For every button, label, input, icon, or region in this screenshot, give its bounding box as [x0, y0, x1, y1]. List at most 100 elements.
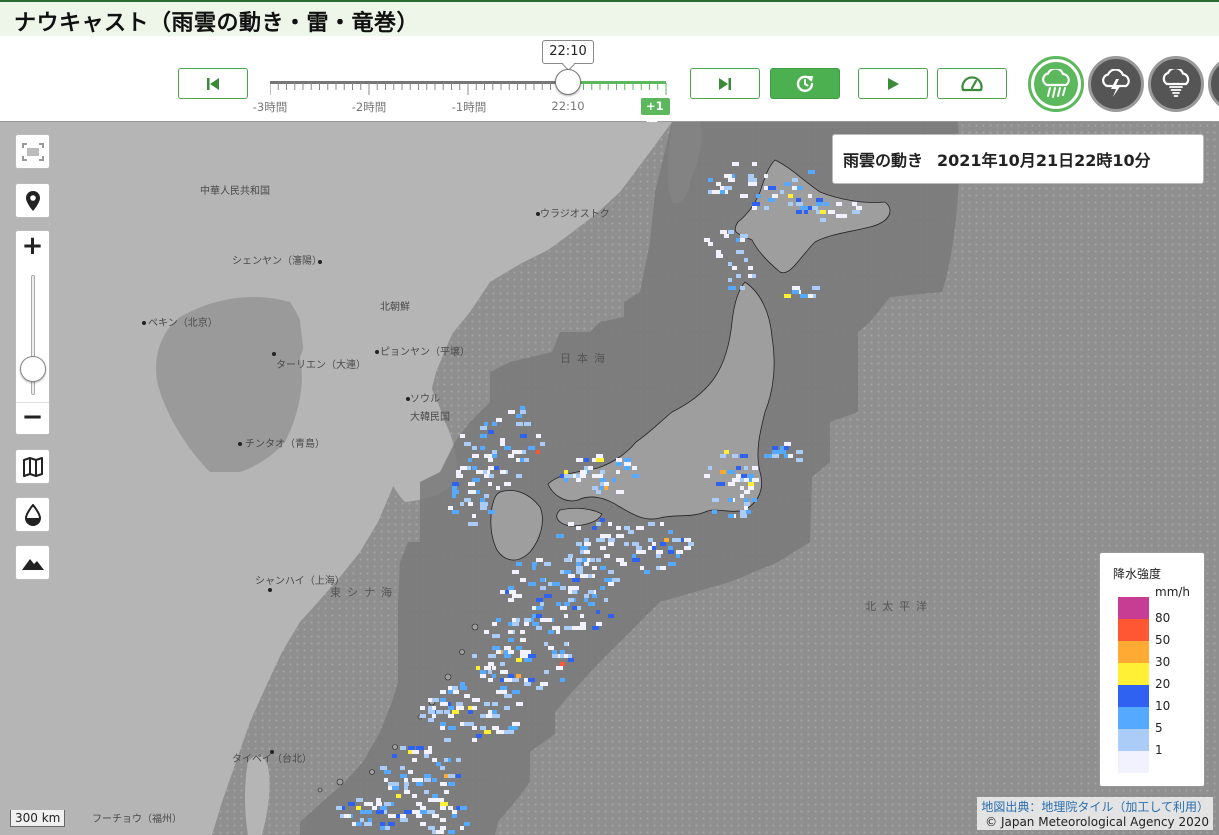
rain-cell	[528, 446, 535, 450]
rain-cell	[504, 678, 512, 682]
scale-text: 300 km	[10, 810, 66, 827]
rain-cell	[492, 714, 500, 718]
fullscreen-button[interactable]	[15, 134, 50, 169]
rain-cell	[584, 598, 588, 602]
terrain-button[interactable]	[15, 545, 50, 580]
attribution-link[interactable]: 地図出典：地理院タイル（加工して利用）	[981, 798, 1209, 815]
current-location-button[interactable]	[15, 183, 50, 218]
zoom-out-button[interactable]: −	[16, 402, 49, 434]
zoom-in-button[interactable]: +	[16, 231, 49, 263]
rain-cell	[852, 210, 860, 214]
rain-cell	[480, 434, 487, 438]
time-slider[interactable]: -3時間 -2時間 -1時間 22:10 +1時間	[253, 69, 670, 147]
rain-cell	[596, 458, 604, 462]
extra-mode-button[interactable]	[1208, 56, 1219, 112]
rain-cell	[616, 526, 621, 530]
rain-cell	[600, 586, 605, 590]
rain-cell	[716, 182, 721, 186]
rain-cell	[444, 738, 451, 742]
rain-cell	[732, 162, 739, 166]
rain-cell	[440, 826, 446, 830]
opacity-button[interactable]	[15, 497, 50, 532]
rain-cell	[744, 506, 748, 510]
rain-cell	[728, 230, 734, 234]
rain-cell	[528, 582, 536, 586]
fullscreen-icon	[21, 142, 44, 161]
rain-cell	[576, 566, 583, 570]
rain-cell	[424, 750, 432, 754]
rain-cell	[552, 654, 558, 658]
legend-swatch	[1118, 751, 1149, 773]
rain-cell	[464, 722, 471, 726]
rain-cell	[668, 550, 674, 554]
rain-cell	[344, 814, 351, 818]
rain-cell	[380, 806, 387, 810]
rain-cell	[728, 278, 732, 282]
rain-cell	[572, 590, 577, 594]
rain-cell	[460, 686, 467, 690]
rain-cell	[708, 178, 713, 182]
play-button[interactable]	[858, 68, 928, 99]
rain-cell	[744, 502, 750, 506]
zoom-slider-knob[interactable]	[20, 356, 46, 382]
rain-cell	[600, 470, 605, 474]
rain-cell	[432, 778, 437, 782]
rain-cell	[820, 210, 826, 214]
rain-cell	[472, 514, 476, 518]
rain-cell	[740, 454, 748, 458]
rain-cell	[380, 826, 385, 830]
rain-cell	[472, 698, 480, 702]
tornado-mode-button[interactable]	[1148, 56, 1204, 112]
rain-cell	[580, 474, 586, 478]
rain-cell	[596, 622, 602, 626]
rain-cell	[404, 786, 408, 790]
rain-cell	[480, 498, 485, 502]
rain-cell	[492, 622, 497, 626]
skip-to-end-button[interactable]	[690, 68, 760, 99]
rain-cell	[400, 746, 406, 750]
rain-cell	[604, 554, 610, 558]
rain-cell	[432, 698, 439, 702]
legend-label: 80	[1155, 611, 1171, 625]
rain-cell	[764, 454, 772, 458]
rain-cell	[500, 470, 506, 474]
rain-cell	[752, 162, 757, 166]
rain-cell	[464, 822, 470, 826]
rain-cell	[536, 626, 542, 630]
rain-cell	[472, 454, 479, 458]
rain-cell	[412, 758, 417, 762]
rain-cell	[432, 706, 436, 710]
rain-cell	[704, 474, 710, 478]
rain-cell	[416, 778, 423, 782]
skip-to-start-button[interactable]	[178, 68, 248, 99]
rain-cell	[740, 494, 744, 498]
rain-cell	[444, 758, 448, 762]
thunder-mode-button[interactable]	[1088, 56, 1144, 112]
map-layer-button[interactable]	[15, 449, 50, 484]
rain-cell	[484, 702, 490, 706]
rain-cell	[652, 542, 656, 546]
rain-cell	[656, 554, 661, 558]
speed-button[interactable]	[937, 68, 1007, 99]
rain-cell	[732, 454, 738, 458]
page-title: ナウキャスト（雨雲の動き・雷・竜巻）	[14, 11, 420, 36]
rain-cell	[492, 454, 497, 458]
rain-cell	[484, 454, 492, 458]
rain-mode-button[interactable]	[1028, 56, 1084, 112]
rain-cell	[468, 710, 473, 714]
rain-cell	[536, 558, 543, 562]
rain-cell	[604, 578, 612, 582]
rain-cell	[432, 814, 439, 818]
rain-cell	[516, 646, 522, 650]
rain-cell	[480, 506, 487, 510]
refresh-button[interactable]	[770, 68, 840, 99]
slider-knob[interactable]	[555, 69, 581, 95]
rain-cell	[660, 522, 664, 526]
rain-cell	[748, 182, 754, 186]
rain-cell	[764, 206, 769, 210]
rain-cell	[452, 814, 457, 818]
map-caption: 雨雲の動き 2021年10月21日22時10分	[832, 134, 1204, 184]
rain-cell	[440, 818, 446, 822]
map-view[interactable]: 中華人民共和国 ウラジオストク シェンヤン（瀋陽） 北朝鮮 ペキン（北京） ター…	[0, 122, 1219, 835]
rain-cell	[784, 446, 789, 450]
